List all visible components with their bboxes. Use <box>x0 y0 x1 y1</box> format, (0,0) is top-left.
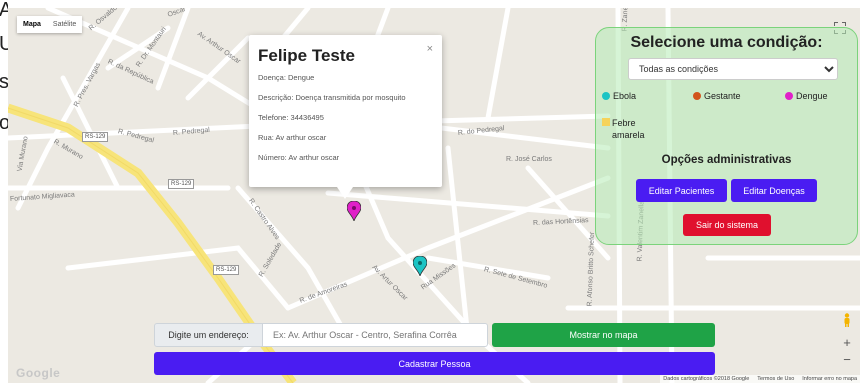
show-on-map-button[interactable]: Mostrar no mapa <box>492 323 715 347</box>
patient-phone: Telefone: 34436495 <box>258 113 324 122</box>
side-letter: s <box>0 71 8 93</box>
legend-item-febre-amarela: Febre amarela <box>602 117 662 141</box>
edit-patients-button[interactable]: Editar Pacientes <box>636 179 727 202</box>
patient-number: Número: Av arthur oscar <box>258 153 340 162</box>
condition-select[interactable]: Todas as condições <box>628 58 838 80</box>
legend-item-ebola: Ebola <box>602 91 636 101</box>
zoom-out-button[interactable]: − <box>840 351 854 368</box>
zoom-in-button[interactable]: + <box>840 334 854 351</box>
legend-label: Dengue <box>796 91 828 101</box>
side-letter: A <box>0 0 8 21</box>
highway-badge: RS-129 <box>82 132 109 142</box>
report-error-link[interactable]: Informar erro no mapa <box>802 376 857 382</box>
close-icon[interactable]: × <box>427 43 433 55</box>
patient-disease: Doença: Dengue <box>258 73 315 82</box>
legend-label: Ebola <box>613 91 637 101</box>
zoom-control: + − <box>840 334 854 368</box>
map-type-control: Mapa Satélite <box>17 16 83 33</box>
address-label: Digite um endereço: <box>154 323 263 347</box>
google-logo: Google <box>16 366 61 380</box>
legend-label: Febre amarela <box>612 118 645 140</box>
condition-panel: Selecione uma condição: Todas as condiçõ… <box>595 27 858 245</box>
terms-link[interactable]: Termos de Uso <box>757 376 794 382</box>
map-data-credit: Dados cartográficos ©2018 Google <box>663 376 750 382</box>
address-input[interactable] <box>262 323 488 347</box>
patient-name: Felipe Teste <box>258 46 355 65</box>
highway-badge: RS-129 <box>213 265 240 275</box>
legend-item-dengue: Dengue <box>785 91 828 101</box>
road-label: R. José Carlos <box>506 156 552 163</box>
highway-badge: RS-129 <box>168 179 195 189</box>
ebola-marker-pin-icon[interactable] <box>413 256 427 276</box>
cut-off-page-text: A U s o <box>0 0 8 383</box>
legend-label: Gestante <box>704 91 741 101</box>
map-type-map-button[interactable]: Mapa <box>17 16 47 33</box>
patient-street: Rua: Av arthur oscar <box>258 133 327 142</box>
admin-options-title: Opções administrativas <box>661 154 792 166</box>
page: { "side_letters": ["A", "U", "s", "o"], … <box>0 0 860 383</box>
legend-square-icon <box>602 118 610 126</box>
legend-dot-icon <box>602 92 610 100</box>
patient-description: Descrição: Doença transmitida por mosqui… <box>258 93 406 102</box>
legend-dot-icon <box>693 92 701 100</box>
dengue-marker-pin-icon[interactable] <box>347 201 361 221</box>
logout-button[interactable]: Sair do sistema <box>683 214 771 236</box>
register-person-button[interactable]: Cadastrar Pessoa <box>154 352 715 375</box>
edit-diseases-button[interactable]: Editar Doenças <box>731 179 817 202</box>
legend-item-gestante: Gestante <box>693 91 741 101</box>
side-letter: U <box>0 33 8 55</box>
legend-dot-icon <box>785 92 793 100</box>
map-attribution: Dados cartográficos ©2018 Google Termos … <box>660 375 860 383</box>
side-letter: o <box>0 112 8 134</box>
patient-info-window: × Felipe Teste Doença: Dengue Descrição:… <box>249 35 442 199</box>
pegman-icon[interactable] <box>843 313 851 327</box>
condition-panel-title: Selecione uma condição: <box>630 34 823 51</box>
map-type-satellite-button[interactable]: Satélite <box>47 16 82 33</box>
